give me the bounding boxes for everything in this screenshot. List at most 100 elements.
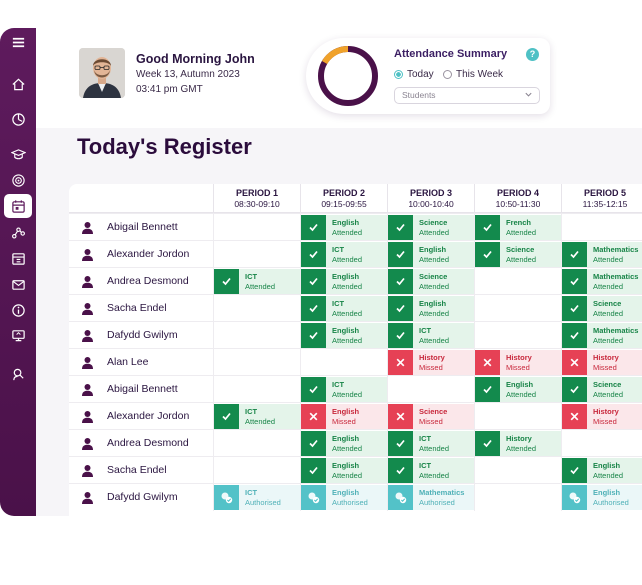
pupil-name[interactable]: Andrea Desmond <box>107 437 189 449</box>
app-frame: Good Morning John Week 13, Autumn 2023 0… <box>0 28 642 516</box>
sidebar-item-info[interactable] <box>4 298 32 322</box>
status-box <box>301 404 326 429</box>
status-label: Attended <box>419 471 450 480</box>
attendance-summary-card: Attendance Summary ? Today This Week Stu… <box>306 38 550 114</box>
sidebar-item-menu[interactable] <box>4 30 32 54</box>
attendance-cell-attended[interactable]: ICT Attended <box>388 458 474 483</box>
check-icon <box>570 304 579 313</box>
sidebar-item-monitor[interactable] <box>4 323 32 347</box>
sidebar-item-home[interactable] <box>4 72 32 96</box>
check-icon <box>309 466 318 475</box>
sidebar-item-network[interactable] <box>4 220 32 244</box>
authorised-icon <box>395 492 407 504</box>
pupil-name[interactable]: Sacha Endel <box>107 464 167 476</box>
status-box <box>301 269 326 294</box>
pupil-name[interactable]: Alexander Jordon <box>107 248 189 260</box>
attendance-cell-attended[interactable]: English Attended <box>475 377 561 402</box>
attendance-cell-attended[interactable]: Science Attended <box>562 377 642 402</box>
table-row: Alexander Jordon ICT Attended English Missed… <box>69 402 642 430</box>
subject-label: Mathematics <box>593 326 639 335</box>
attendance-cell-attended[interactable]: English Attended <box>388 242 474 267</box>
attendance-cell-attended[interactable]: English Attended <box>301 323 387 348</box>
attendance-cell-attended[interactable]: English Attended <box>301 431 387 456</box>
attendance-cell-attended[interactable]: Science Attended <box>388 269 474 294</box>
attendance-cell-attended[interactable]: Science Attended <box>562 296 642 321</box>
pupil-name[interactable]: Alexander Jordon <box>107 410 189 422</box>
person-icon <box>82 276 93 288</box>
attendance-cell-authorised[interactable]: English Authorised <box>301 485 387 510</box>
pupil-name[interactable]: Andrea Desmond <box>107 275 189 287</box>
attendance-cell-authorised[interactable]: ICT Authorised <box>214 485 300 510</box>
attendance-cell-missed[interactable]: Science Missed <box>388 404 474 429</box>
attendance-cell-attended[interactable]: English Attended <box>388 296 474 321</box>
status-box <box>301 242 326 267</box>
pupil-name[interactable]: Sacha Endel <box>107 302 167 314</box>
sidebar-item-mail[interactable] <box>4 272 32 296</box>
sidebar-item-timetable[interactable] <box>4 246 32 270</box>
attendance-cell-attended[interactable]: French Attended <box>475 215 561 240</box>
cross-icon <box>309 412 318 421</box>
attendance-cell-attended[interactable]: ICT Attended <box>214 404 300 429</box>
attendance-cell-missed[interactable]: English Missed <box>301 404 387 429</box>
status-box <box>388 323 413 348</box>
radio-this-week[interactable]: This Week <box>443 69 503 80</box>
sidebar-item-calendar[interactable] <box>4 194 32 218</box>
attendance-cell-attended[interactable]: Science Attended <box>388 215 474 240</box>
attendance-cell-attended[interactable]: ICT Attended <box>214 269 300 294</box>
attendance-cell-attended[interactable]: English Attended <box>301 269 387 294</box>
attendance-cell-missed[interactable]: History Missed <box>475 350 561 375</box>
column-divider <box>213 349 214 376</box>
radio-selected-icon[interactable] <box>394 70 403 79</box>
subject-label: ICT <box>419 461 432 470</box>
target-icon <box>11 173 25 187</box>
status-box <box>475 431 500 456</box>
sidebar-item-target[interactable] <box>4 168 32 192</box>
attendance-cell-missed[interactable]: History Missed <box>562 404 642 429</box>
attendance-cell-attended[interactable]: Mathematics Attended <box>562 269 642 294</box>
check-icon <box>570 331 579 340</box>
attendance-cell-attended[interactable]: ICT Attended <box>301 377 387 402</box>
pupil-name[interactable]: Alan Lee <box>107 356 148 368</box>
attendance-cell-attended[interactable]: Mathematics Attended <box>562 323 642 348</box>
pupil-name[interactable]: Abigail Bennett <box>107 221 178 233</box>
check-icon <box>309 439 318 448</box>
pupil-name[interactable]: Dafydd Gwilym <box>107 491 178 503</box>
attendance-cell-attended[interactable]: ICT Attended <box>301 242 387 267</box>
attendance-cell-attended[interactable]: Mathematics Attended <box>562 242 642 267</box>
subject-label: ICT <box>245 272 258 281</box>
table-row: Sacha Endel English Attended ICT Attended Eng… <box>69 456 642 484</box>
attendance-cell-attended[interactable]: English Attended <box>562 458 642 483</box>
subject-label: ICT <box>245 488 258 497</box>
person-icon <box>82 330 93 342</box>
attendance-cell-attended[interactable]: History Attended <box>475 431 561 456</box>
attendance-cell-attended[interactable]: English Attended <box>301 458 387 483</box>
person-icon <box>82 222 93 234</box>
attendance-cell-attended[interactable]: ICT Attended <box>388 323 474 348</box>
pupil-name[interactable]: Dafydd Gwilym <box>107 329 178 341</box>
attendance-cell-missed[interactable]: History Missed <box>562 350 642 375</box>
status-box <box>562 404 587 429</box>
attendance-cell-attended[interactable]: Science Attended <box>475 242 561 267</box>
subject-label: Mathematics <box>419 488 465 497</box>
status-label: Missed <box>593 363 617 372</box>
attendance-cell-attended[interactable]: ICT Attended <box>301 296 387 321</box>
help-icon[interactable]: ? <box>526 48 539 61</box>
check-icon <box>396 304 405 313</box>
attendance-cell-missed[interactable]: History Missed <box>388 350 474 375</box>
attendance-cell-attended[interactable]: ICT Attended <box>388 431 474 456</box>
radio-today[interactable]: Today <box>394 69 434 80</box>
radio-unselected-icon[interactable] <box>443 70 452 79</box>
pupil-name[interactable]: Abigail Bennett <box>107 383 178 395</box>
attendance-cell-authorised[interactable]: English Authorised <box>562 485 642 510</box>
attendance-cell-attended[interactable]: English Attended <box>301 215 387 240</box>
dashboard-icon <box>11 112 25 126</box>
table-row: Abigail Bennett English Attended Science Att… <box>69 213 642 241</box>
table-row: Dafydd Gwilym English Attended ICT Attended M… <box>69 321 642 349</box>
students-dropdown[interactable]: Students <box>394 87 540 104</box>
attendance-cell-authorised[interactable]: Mathematics Authorised <box>388 485 474 510</box>
sidebar-item-graduation-cap[interactable] <box>4 142 32 166</box>
sidebar-item-dashboard[interactable] <box>4 107 32 131</box>
subject-label: Science <box>419 407 448 416</box>
sidebar-item-user-search[interactable] <box>4 362 32 386</box>
status-box <box>301 485 326 510</box>
